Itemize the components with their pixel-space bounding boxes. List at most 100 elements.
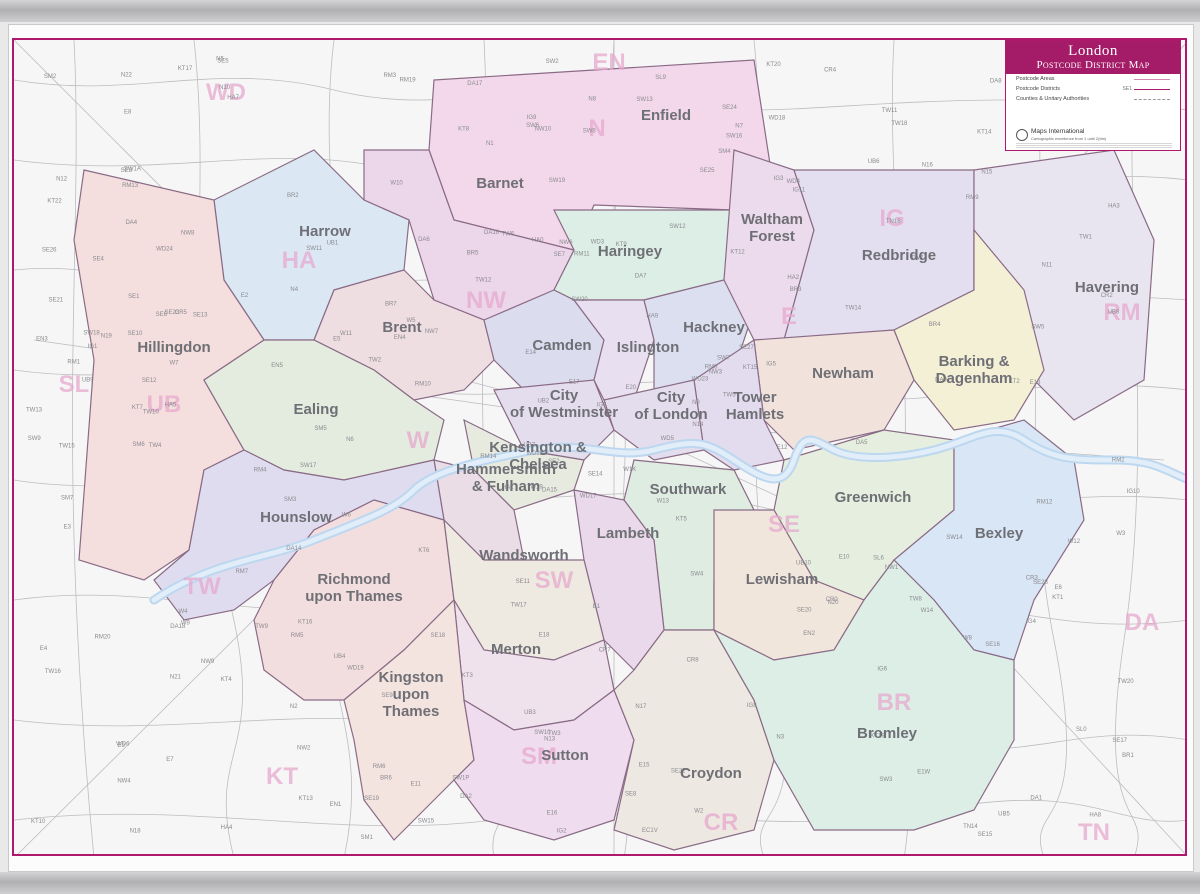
postcode-district-label: NW6: [559, 240, 573, 246]
postcode-district-label: SE18: [430, 633, 445, 639]
postcode-district-label: E16: [547, 810, 558, 816]
postcode-district-label: TW11: [882, 108, 898, 114]
postcode-district-label: TW3: [548, 731, 561, 737]
postcode-district-label: TW6: [502, 231, 515, 237]
postcode-district-label: TW2: [368, 357, 381, 363]
postcode-district-label: BR3: [790, 287, 802, 293]
postcode-district-label: SE5: [217, 58, 229, 64]
postcode-district-label: SW12: [669, 224, 686, 230]
postcode-district-label: N15: [981, 170, 993, 176]
postcode-area-label: NW: [466, 287, 506, 314]
postcode-district-label: SW20: [571, 297, 588, 303]
postcode-district-label: NW2: [297, 746, 311, 752]
postcode-district-label: UB6: [868, 159, 880, 165]
postcode-district-label: SW18: [83, 330, 100, 336]
postcode-district-label: SW7: [717, 356, 731, 362]
borough-label: Camden: [532, 337, 591, 354]
postcode-district-label: KT5: [676, 516, 688, 522]
postcode-district-label: SE3: [121, 168, 133, 174]
map-legend: London Postcode District Map Postcode Ar…: [1005, 40, 1181, 151]
borough-label: Enfield: [641, 107, 691, 124]
postcode-district-label: UB5: [998, 811, 1010, 817]
postcode-district-label: WD19: [347, 665, 364, 671]
postcode-district-label: TW15: [59, 444, 76, 450]
postcode-district-label: N19: [101, 333, 113, 339]
postcode-district-label: SE26: [42, 247, 57, 253]
postcode-district-label: N12: [56, 177, 68, 183]
postcode-district-label: N7: [735, 123, 743, 129]
postcode-district-label: TW12: [475, 277, 492, 283]
postcode-district-label: E1W: [917, 770, 930, 776]
postcode-district-label: E7: [166, 757, 174, 763]
postcode-district-label: KT7: [132, 405, 144, 411]
postcode-area-label: W: [407, 427, 430, 454]
postcode-district-label: NW4: [117, 779, 131, 785]
borough-label: Redbridge: [862, 247, 936, 264]
postcode-district-label: E10: [839, 555, 850, 561]
postcode-district-label: SW14: [946, 535, 963, 541]
postcode-district-label: IG10: [1127, 489, 1141, 495]
publisher-logo-icon: [1016, 129, 1028, 141]
postcode-district-label: E4: [40, 646, 48, 652]
postcode-district-label: SE9: [381, 693, 393, 699]
postcode-district-label: TW4: [149, 443, 162, 449]
postcode-district-label: E11: [411, 782, 422, 788]
borough-label: Brent: [382, 319, 421, 336]
postcode-district-label: BR6: [380, 776, 392, 782]
postcode-district-label: UB8: [1108, 309, 1120, 315]
postcode-district-label: KT20: [766, 62, 781, 68]
legend-small-print: [1016, 143, 1172, 149]
postcode-district-label: E20: [625, 385, 636, 391]
postcode-district-label: DA17: [467, 81, 483, 87]
postcode-district-label: SE4: [93, 256, 105, 262]
postcode-district-label: SW8: [583, 129, 597, 135]
postcode-district-label: CR5: [175, 310, 188, 316]
postcode-district-label: RM3: [383, 73, 396, 79]
postcode-district-label: HA7: [227, 95, 239, 101]
postcode-district-label: SE8: [625, 792, 637, 798]
postcode-district-label: E3: [64, 524, 72, 530]
postcode-district-label: TW14: [845, 306, 862, 312]
postcode-district-label: UB4: [334, 654, 346, 660]
postcode-district-label: SL0: [1076, 727, 1087, 733]
postcode-district-label: SM1: [361, 835, 374, 841]
postcode-district-label: SM3: [284, 497, 297, 503]
postcode-district-label: NW7: [425, 329, 439, 335]
postcode-district-label: UB1: [327, 241, 339, 247]
postcode-district-label: UB9: [82, 378, 94, 384]
postcode-district-label: RM19: [400, 78, 417, 84]
postcode-district-label: RM6: [373, 764, 386, 770]
postcode-district-label: N1: [486, 141, 494, 147]
postcode-district-label: KT13: [299, 796, 314, 802]
postcode-district-label: EN3: [36, 337, 48, 343]
postcode-district-label: WD18: [769, 116, 786, 122]
postcode-district-label: HA5: [165, 403, 177, 409]
postcode-district-label: N4: [290, 287, 298, 293]
legend-key-postcode-areas: Postcode Areas: [1006, 74, 1180, 84]
postcode-area-label: TW: [183, 573, 221, 600]
legend-header: London Postcode District Map: [1006, 41, 1180, 74]
postcode-district-label: SE12: [142, 378, 157, 384]
postcode-district-label: WD4: [787, 179, 801, 185]
postcode-district-label: HA3: [1108, 204, 1120, 210]
legend-key-label: Postcode Areas: [1016, 76, 1055, 82]
postcode-district-label: DA14: [286, 546, 302, 552]
postcode-district-label: IG6: [877, 666, 887, 672]
postcode-district-label: W4: [179, 609, 189, 615]
postcode-district-label: E18: [539, 632, 550, 638]
postcode-area-label: CR: [704, 809, 739, 836]
postcode-district-label: HA9: [646, 314, 658, 320]
postcode-district-label: N21: [170, 675, 182, 681]
postcode-district-label: DA6: [418, 237, 430, 243]
map-frame[interactable]: EN WD HA NW UB SL IG RM DA TW KT CR SE BR TN W E N SW SM WD…: [12, 38, 1187, 856]
postcode-district-label: SW4: [690, 572, 704, 578]
postcode-district-label: DA8: [990, 79, 1002, 85]
map-canvas[interactable]: ENWDHANWUBSLIGRMDATWKTCRSEBRTNWENSWSM WD…: [14, 40, 1187, 856]
postcode-district-label: E15: [639, 763, 650, 769]
postcode-district-label: SW15: [418, 818, 435, 824]
postcode-district-label: W9: [181, 621, 191, 627]
postcode-district-label: SW17: [300, 463, 317, 469]
postcode-district-label: N17: [635, 704, 647, 710]
postcode-district-label: KT4: [221, 677, 233, 683]
borough-label: Barnet: [476, 175, 524, 192]
